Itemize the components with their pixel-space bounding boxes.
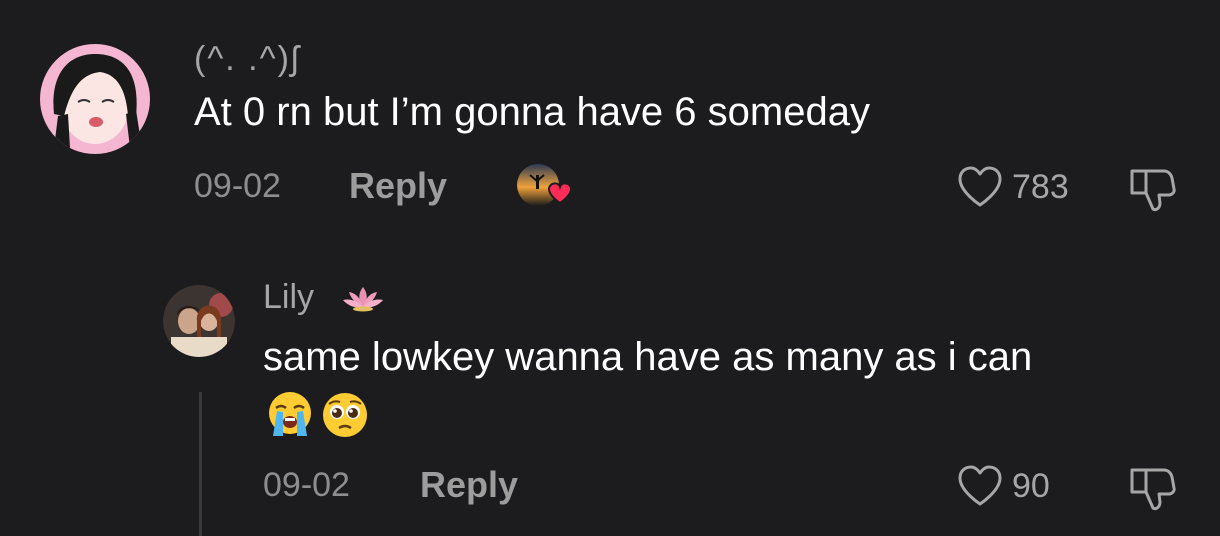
comment-date: 09-02	[194, 167, 281, 205]
heart-icon	[958, 166, 1002, 207]
like-button[interactable]: 90	[956, 464, 1050, 508]
like-count: 90	[1012, 466, 1050, 505]
reply-date: 09-02	[263, 466, 350, 504]
loudly-crying-face-icon	[265, 390, 315, 440]
lotus-icon	[341, 283, 385, 313]
replier-username[interactable]: Lily	[263, 278, 314, 317]
commenter-username[interactable]: (^. .^)ʃ	[194, 40, 300, 79]
reply-button[interactable]: Reply	[420, 464, 518, 506]
dislike-button[interactable]	[1126, 163, 1178, 215]
reply-thread-line	[199, 392, 202, 536]
thumbs-down-icon	[1130, 169, 1176, 212]
thumbs-down-icon	[1130, 468, 1176, 511]
heart-icon	[958, 465, 1002, 506]
replier-avatar[interactable]	[163, 285, 235, 357]
commenter-avatar[interactable]	[40, 44, 150, 154]
comment-text: At 0 rn but I’m gonna have 6 someday	[194, 90, 870, 134]
dislike-button[interactable]	[1126, 462, 1178, 514]
pleading-face-icon	[320, 390, 370, 440]
reply-text: same lowkey wanna have as many as i can	[263, 335, 1033, 379]
like-count: 783	[1012, 167, 1069, 206]
like-button[interactable]: 783	[956, 165, 1069, 209]
reply-button[interactable]: Reply	[349, 165, 447, 207]
liked-by-creator-badge	[516, 163, 578, 209]
